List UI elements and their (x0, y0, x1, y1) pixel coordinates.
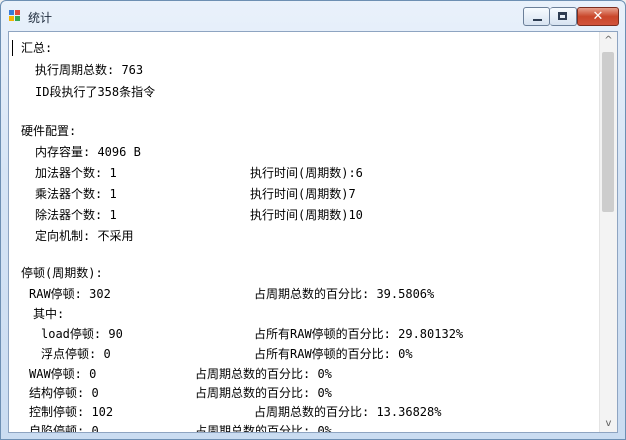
load-stall-percent: 占所有RAW停顿的百分比: 29.80132% (254, 327, 464, 341)
among-label: 其中: (33, 307, 65, 321)
fp-stall: 浮点停顿: 0 (41, 347, 111, 361)
maximize-icon (558, 12, 567, 20)
minimize-icon (533, 19, 542, 21)
load-stall: load停顿: 90 (41, 327, 123, 341)
self-trap-stall: 自陷停顿: 0 (29, 424, 99, 432)
memory-capacity: 内存容量: 4096 B (35, 145, 141, 159)
window-title: 统计 (28, 11, 53, 25)
structural-stall-percent: 占周期总数的百分比: 0% (195, 386, 332, 400)
statistics-window: 统计 ✕ 汇总: 执行周期总数: 763 ID段执行了358条指令 硬件配置: … (0, 0, 626, 440)
text-caret (12, 40, 13, 56)
statistics-textbox[interactable]: 汇总: 执行周期总数: 763 ID段执行了358条指令 硬件配置: 内存容量:… (8, 31, 618, 433)
self-trap-stall-percent: 占周期总数的百分比: 0% (195, 424, 332, 432)
control-stall-percent: 占周期总数的百分比: 13.36828% (254, 405, 442, 419)
close-icon: ✕ (592, 9, 604, 24)
adder-exec-time: 执行时间(周期数):6 (250, 166, 363, 180)
title-bar[interactable]: 统计 ✕ (1, 1, 625, 31)
vertical-scrollbar[interactable]: ^ v (599, 32, 617, 432)
id-stage-instructions: ID段执行了358条指令 (35, 85, 156, 99)
raw-stall-percent: 占周期总数的百分比: 39.5806% (254, 287, 435, 301)
multiplier-count: 乘法器个数: 1 (35, 187, 117, 201)
hardware-config-header: 硬件配置: (21, 124, 77, 138)
divider-exec-time: 执行时间(周期数)10 (250, 208, 363, 222)
app-window-icon (9, 10, 21, 22)
fp-stall-percent: 占所有RAW停顿的百分比: 0% (254, 347, 413, 361)
divider-count: 除法器个数: 1 (35, 208, 117, 222)
summary-header: 汇总: (21, 41, 53, 55)
close-button[interactable]: ✕ (577, 7, 619, 26)
structural-stall: 结构停顿: 0 (29, 386, 99, 400)
scroll-up-icon[interactable]: ^ (600, 32, 617, 49)
multiplier-exec-time: 执行时间(周期数)7 (250, 187, 356, 201)
control-stall: 控制停顿: 102 (29, 405, 114, 419)
waw-stall-percent: 占周期总数的百分比: 0% (195, 367, 332, 381)
adder-count: 加法器个数: 1 (35, 166, 117, 180)
raw-stall: RAW停顿: 302 (29, 287, 111, 301)
statistics-text[interactable]: 汇总: 执行周期总数: 763 ID段执行了358条指令 硬件配置: 内存容量:… (9, 32, 599, 432)
scroll-down-icon[interactable]: v (600, 415, 617, 432)
stall-header: 停顿(周期数): (21, 266, 103, 280)
maximize-button[interactable] (550, 7, 577, 26)
total-cycles: 执行周期总数: 763 (35, 63, 144, 77)
forwarding-mechanism: 定向机制: 不采用 (35, 229, 134, 243)
scroll-thumb[interactable] (602, 52, 614, 212)
waw-stall: WAW停顿: 0 (29, 367, 97, 381)
minimize-button[interactable] (523, 7, 550, 26)
